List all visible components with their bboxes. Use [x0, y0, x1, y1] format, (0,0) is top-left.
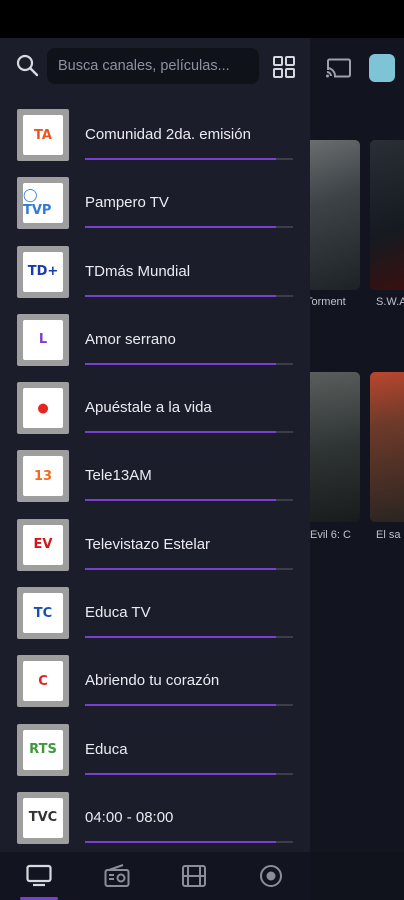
program-progress-bar [85, 499, 293, 502]
channel-logo-mark: ◯ TVP [23, 183, 63, 224]
program-progress-fill [85, 704, 277, 707]
channel-logo-mark: TC [23, 593, 63, 634]
program-progress-bar [85, 294, 293, 297]
channel-item[interactable]: C Abriendo tu corazón [0, 653, 310, 721]
channel-logo: ◯ TVP [17, 177, 69, 230]
channel-logo-mark: 13 [23, 456, 63, 497]
channel-name: TDmás Mundial [85, 262, 191, 280]
channel-name: Televistazo Estelar [85, 535, 211, 553]
bottom-nav [0, 852, 310, 900]
program-progress-fill [85, 636, 277, 639]
program-progress-bar [85, 431, 293, 434]
movie-poster[interactable] [370, 140, 404, 290]
program-progress-fill [85, 431, 277, 434]
radio-icon[interactable] [104, 864, 130, 888]
channel-item[interactable]: TVC 04:00 - 08:00 [0, 790, 310, 852]
channel-name: Tele13AM [85, 467, 152, 485]
cast-icon[interactable] [326, 58, 352, 78]
channel-item[interactable]: EV Televistazo Estelar [0, 517, 310, 585]
program-progress-fill [85, 499, 277, 502]
grid-view-icon[interactable] [273, 56, 295, 78]
channel-item[interactable]: TA Comunidad 2da. emisión [0, 107, 310, 175]
channel-logo: TA [17, 109, 69, 161]
channel-logo: L [17, 313, 69, 366]
channel-logo-mark: TVC [23, 797, 63, 838]
channel-logo: TC [17, 587, 69, 640]
channel-logo: C [17, 655, 69, 708]
channel-item[interactable]: TC Educa TV [0, 585, 310, 653]
channel-logo-mark: C [23, 661, 63, 702]
channel-name: 04:00 - 08:00 [85, 808, 174, 826]
channel-logo: EV [17, 518, 69, 571]
movie-poster[interactable] [304, 140, 360, 290]
channel-list: TA Comunidad 2da. emisión ◯ TVP Pampero TV T… [0, 107, 310, 852]
program-progress-bar [85, 704, 293, 707]
channel-logo-mark: L [23, 319, 63, 360]
avatar[interactable] [369, 54, 395, 82]
channel-logo: 13 [17, 450, 69, 503]
background-bottom-bar [310, 852, 404, 900]
status-bar [0, 0, 404, 38]
channel-item[interactable]: 13 Tele13AM [0, 448, 310, 516]
channel-name: Apuéstale a la vida [85, 399, 212, 417]
search-icon[interactable] [15, 53, 39, 77]
program-progress-fill [85, 567, 277, 570]
poster-title: Evil 6: C [310, 529, 351, 541]
channel-name: Comunidad 2da. emisión [85, 126, 251, 143]
program-progress-fill [85, 294, 277, 297]
channel-item[interactable]: ◯ TVP Pampero TV [0, 175, 310, 243]
movie-poster[interactable] [370, 372, 404, 522]
channel-item[interactable]: TD+ TDmás Mundial [0, 244, 310, 312]
channel-name: Educa [85, 740, 128, 758]
channel-name: Educa TV [85, 604, 151, 622]
program-progress-fill [85, 840, 277, 843]
channel-logo-mark: RTS [23, 729, 63, 770]
film-icon[interactable] [181, 864, 207, 888]
program-progress-bar [85, 840, 293, 843]
program-progress-bar [85, 226, 293, 229]
search-input[interactable]: Busca canales, películas... [47, 48, 259, 84]
poster-title: Torment [306, 296, 346, 308]
channel-logo: TD+ [17, 245, 69, 298]
channel-logo-mark: EV [23, 524, 63, 565]
program-progress-fill [85, 158, 277, 160]
poster-title: S.W.A [376, 296, 404, 308]
program-progress-bar [85, 567, 293, 570]
program-progress-fill [85, 226, 277, 229]
channel-name: Amor serrano [85, 330, 176, 348]
channel-logo-mark: ● [23, 388, 63, 429]
channel-logo-mark: TA [23, 115, 63, 155]
channel-item[interactable]: ● Apuéstale a la vida [0, 380, 310, 448]
drawer-header: Busca canales, películas... [0, 38, 310, 96]
program-progress-fill [85, 772, 277, 775]
channel-logo: ● [17, 382, 69, 435]
poster-title: El sa [376, 529, 401, 541]
channel-name: Pampero TV [85, 194, 169, 212]
record-icon[interactable] [258, 864, 284, 888]
channel-name: Abriendo tu corazón [85, 672, 220, 690]
channel-logo-mark: TD+ [23, 251, 63, 292]
channel-drawer: Busca canales, películas... TA Comunidad … [0, 38, 310, 852]
channel-item[interactable]: RTS Educa [0, 722, 310, 790]
program-progress-fill [85, 362, 277, 365]
channel-logo: TVC [17, 791, 69, 844]
movie-poster[interactable] [304, 372, 360, 522]
channel-logo: RTS [17, 723, 69, 776]
channel-item[interactable]: L Amor serrano [0, 312, 310, 380]
tv-icon[interactable] [26, 864, 52, 888]
program-progress-bar [85, 158, 293, 160]
program-progress-bar [85, 362, 293, 365]
program-progress-bar [85, 636, 293, 639]
program-progress-bar [85, 772, 293, 775]
